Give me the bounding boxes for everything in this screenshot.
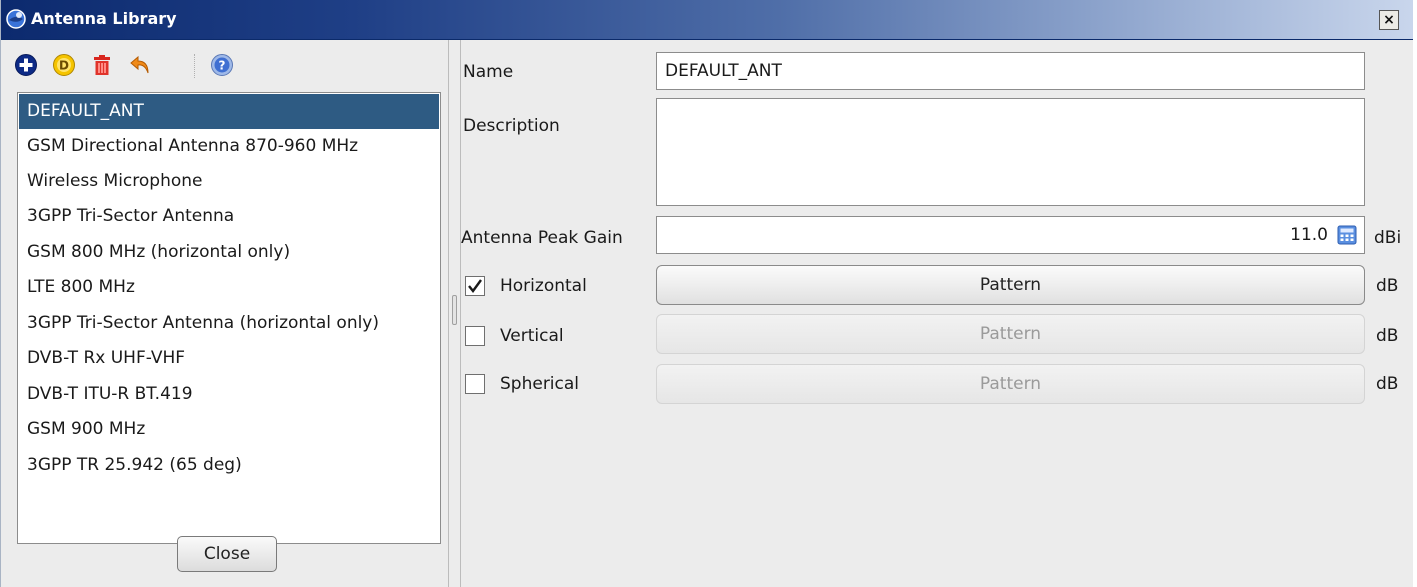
window-close-button[interactable]: ×: [1379, 10, 1399, 30]
gain-label: Antenna Peak Gain: [461, 228, 623, 248]
calculator-icon[interactable]: [1337, 225, 1357, 245]
list-item[interactable]: DVB-T Rx UHF-VHF: [19, 341, 439, 376]
name-field-value: DEFAULT_ANT: [665, 61, 782, 81]
toolbar-separator: [194, 54, 195, 78]
spherical-pattern-button[interactable]: Pattern: [656, 364, 1365, 404]
vertical-unit: dB: [1376, 326, 1399, 346]
vertical-checkbox[interactable]: [465, 326, 485, 346]
list-item[interactable]: GSM 800 MHz (horizontal only): [19, 235, 439, 270]
horizontal-checkbox[interactable]: [465, 276, 485, 296]
horizontal-pattern-button[interactable]: Pattern: [656, 265, 1365, 305]
antenna-library-window: Antenna Library × D ? DEFAULT_ANT GSM Di…: [0, 0, 1413, 587]
title-bar[interactable]: Antenna Library ×: [1, 0, 1413, 40]
list-item[interactable]: Wireless Microphone: [19, 164, 439, 199]
list-item[interactable]: 3GPP Tri-Sector Antenna: [19, 199, 439, 234]
spherical-checkbox[interactable]: [465, 374, 485, 394]
horizontal-label: Horizontal: [500, 276, 587, 296]
svg-text:?: ?: [219, 59, 226, 73]
name-field[interactable]: DEFAULT_ANT: [656, 52, 1365, 90]
antenna-list-panel: D ? DEFAULT_ANT GSM Directional Antenna …: [1, 40, 448, 587]
undo-icon[interactable]: [127, 52, 153, 78]
list-item[interactable]: 3GPP TR 25.942 (65 deg): [19, 448, 439, 483]
list-item[interactable]: GSM 900 MHz: [19, 412, 439, 447]
list-item[interactable]: LTE 800 MHz: [19, 270, 439, 305]
description-field[interactable]: [656, 98, 1365, 206]
help-icon[interactable]: ?: [209, 52, 235, 78]
globe-app-icon: [5, 8, 27, 30]
antenna-details-panel: Name DEFAULT_ANT Description Antenna Pea…: [461, 40, 1413, 587]
list-item[interactable]: GSM Directional Antenna 870-960 MHz: [19, 129, 439, 164]
close-button[interactable]: Close: [177, 536, 277, 572]
antenna-list[interactable]: DEFAULT_ANT GSM Directional Antenna 870-…: [17, 92, 441, 544]
spherical-label: Spherical: [500, 374, 580, 394]
gain-unit: dBi: [1374, 228, 1402, 248]
list-item[interactable]: DEFAULT_ANT: [19, 94, 439, 129]
svg-text:D: D: [59, 59, 69, 73]
gain-field-value: 11.0: [1290, 225, 1328, 245]
delete-icon[interactable]: [89, 52, 115, 78]
name-label: Name: [463, 62, 514, 82]
add-icon[interactable]: [13, 52, 39, 78]
list-item[interactable]: DVB-T ITU-R BT.419: [19, 377, 439, 412]
checkmark-icon: [468, 279, 482, 293]
vertical-pattern-button[interactable]: Pattern: [656, 314, 1365, 354]
description-label: Description: [463, 116, 560, 136]
vertical-label: Vertical: [500, 326, 564, 346]
gain-field[interactable]: 11.0: [656, 216, 1365, 254]
split-pane-divider[interactable]: [448, 40, 461, 587]
list-item[interactable]: 3GPP Tri-Sector Antenna (horizontal only…: [19, 306, 439, 341]
horizontal-unit: dB: [1376, 276, 1399, 296]
window-title: Antenna Library: [31, 9, 177, 28]
split-grip-handle[interactable]: [452, 295, 457, 325]
spherical-unit: dB: [1376, 374, 1399, 394]
default-icon[interactable]: D: [51, 52, 77, 78]
